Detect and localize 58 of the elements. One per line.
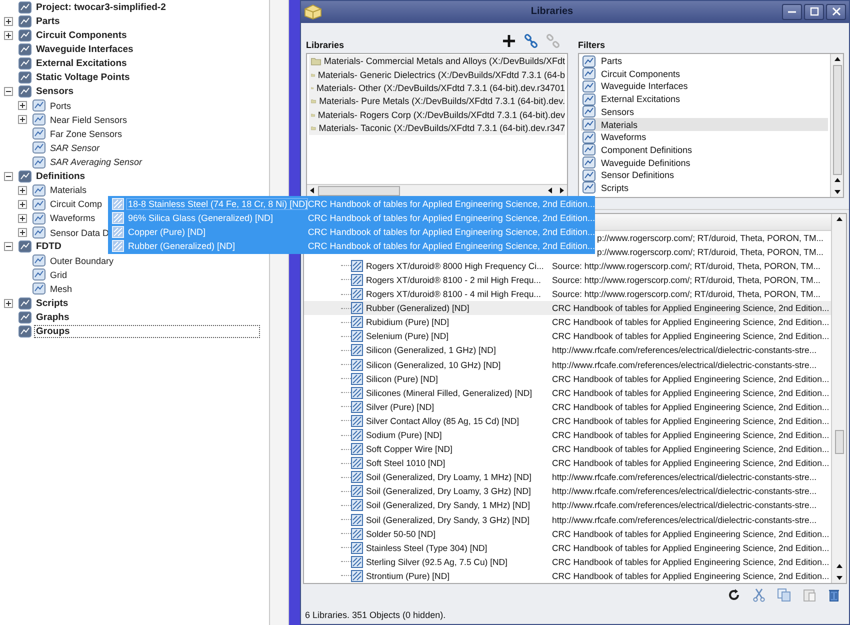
table-cell: CRC Handbook of tables for Applied Engineering Science, 2nd Edition... — [551, 528, 830, 539]
section-label: Filters — [578, 40, 606, 50]
table-cell-text: Rubber (Generalized) [ND] — [127, 241, 236, 252]
table-cell: Source: http://www.rogerscorp.com/; RT/duroid, Theta, PORON, TM... — [551, 274, 820, 285]
table-cell: CRC Handbook of tables for Applied Engineering Science, 2nd Edition... — [551, 402, 830, 412]
table-cell-text: Rubber (Generalized) [ND] — [366, 303, 470, 314]
table-cell-text: Sodium (Pure) [ND] — [366, 430, 443, 440]
table-cell-text: Silicon (Generalized, 1 GHz) [ND] — [366, 345, 497, 356]
table-cell: CRC Handbook of tables for Applied Engineering Science, 2nd Edition... — [551, 430, 830, 440]
status-text: 6 Libraries. 351 Objects (0 hidden). — [304, 609, 447, 622]
table-cell: CRC Handbook of tables for Applied Engineering Science, 2nd Edition... — [551, 570, 830, 581]
table-cell: Source: http://www.rogerscorp.com/; RT/duroid, Theta, PORON, TM... — [551, 289, 820, 300]
table-cell: CRC Handbook of tables for Applied Engineering Science, 2nd Edition... — [551, 374, 830, 384]
section-label: Libraries — [306, 40, 344, 50]
table-cell: http://www.rfcafe.com/references/electrical/dielectric-constants-stre... — [551, 472, 817, 482]
table-cell: CRC Handbook of tables for Applied Engineering Science, 2nd Edition... — [551, 458, 830, 468]
table-cell-text: CRC Handbook of tables for Applied Engineering Science, 2nd Edition... — [307, 199, 595, 210]
table-cell: http://www.rfcafe.com/references/electrical/dielectric-constants-stre... — [551, 500, 817, 510]
table-cell-text: Rogers XT/duroid® 8100 - 4 mil High Frequ... — [366, 289, 542, 300]
table-cell: CRC Handbook of tables for Applied Engineering Science, 2nd Edition... — [551, 444, 830, 454]
table-cell: CRC Handbook of tables for Applied Engineering Science, 2nd Edition... — [551, 331, 830, 342]
table-cell-text: Silver (Pure) [ND] — [366, 402, 436, 412]
table-cell-text: Silicon (Generalized, 10 GHz) [ND] — [366, 360, 502, 370]
table-cell-text: Rubidium (Pure) [ND] — [366, 317, 450, 328]
table-cell-text: Silver Contact Alloy (85 Ag, 15 Cd) [ND] — [366, 416, 520, 426]
table-cell: http://www.rfcafe.com/references/electrical/dielectric-constants-stre... — [551, 486, 817, 496]
table-cell-text: Soft Steel 1010 [ND] — [366, 458, 446, 468]
table-cell: CRC Handbook of tables for Applied Engineering Science, 2nd Edition... — [551, 556, 830, 567]
table-cell: CRC Handbook of tables for Applied Engineering Science, 2nd Edition... — [306, 213, 595, 224]
table-cell: CRC Handbook of tables for Applied Engineering Science, 2nd Edition... — [551, 317, 830, 328]
table-cell: CRC Handbook of tables for Applied Engineering Science, 2nd Edition... — [551, 303, 830, 314]
table-cell-text: Soil (Generalized, Dry Sandy, 1 MHz) [ND] — [366, 500, 531, 510]
table-cell-text: Rogers XT/duroid® 8000 High Frequency Ci... — [366, 260, 545, 271]
table-cell-text: Rogers XT/duroid® 8100 - 2 mil High Frequ... — [366, 274, 542, 285]
table-cell-text: Sterling Silver (92.5 Ag, 7.5 Cu) [ND] — [366, 556, 508, 567]
window-title: Libraries — [530, 6, 574, 18]
table-cell-text: Stainless Steel (Type 304) [ND] — [366, 542, 488, 553]
table-cell-text: Silicones (Mineral Filled, Generalized) [ND] — [366, 388, 534, 398]
table-cell: Source: http://www.rogerscorp.com/; RT/duroid, Theta, PORON, TM... — [551, 260, 820, 271]
table-cell: http://www.rfcafe.com/references/electrical/dielectric-constants-stre... — [551, 360, 817, 370]
table-cell: CRC Handbook of tables for Applied Engineering Science, 2nd Edition... — [551, 542, 830, 553]
table-cell-text: Silicon (Pure) [ND] — [366, 374, 439, 384]
table-cell-text: Soil (Generalized, Dry Loamy, 1 MHz) [ND] — [366, 472, 532, 482]
table-cell: CRC Handbook of tables for Applied Engineering Science, 2nd Edition... — [306, 241, 595, 252]
table-cell-text: 96% Silica Glass (Generalized) [ND] — [127, 213, 274, 224]
table-cell: CRC Handbook of tables for Applied Engineering Science, 2nd Edition... — [306, 227, 595, 238]
table-cell-text: Soil (Generalized, Dry Sandy, 3 GHz) [ND] — [366, 514, 531, 525]
table-cell: http://www.rfcafe.com/references/electrical/dielectric-constants-stre... — [551, 514, 817, 525]
table-cell: http://www.rfcafe.com/references/electrical/dielectric-constants-stre... — [551, 345, 817, 356]
table-cell-text: Solder 50-50 [ND] — [366, 528, 437, 539]
table-cell-text: Copper (Pure) [ND] — [127, 227, 207, 238]
table-cell: CRC Handbook of tables for Applied Engineering Science, 2nd Edition... — [551, 388, 830, 398]
table-cell: 18-8 Stainless Steel (74 Fe, 18 Cr, 8 Ni) [ND] — [127, 199, 307, 210]
table-cell-text: Selenium (Pure) [ND] — [366, 331, 450, 342]
table-cell-text: Soft Copper Wire [ND] — [366, 444, 454, 454]
table-cell-text: Soil (Generalized, Dry Loamy, 3 GHz) [ND] — [366, 486, 532, 496]
table-cell: CRC Handbook of tables for Applied Engineering Science, 2nd Edition... — [551, 416, 830, 426]
table-cell-text: Strontium (Pure) [ND] — [366, 570, 451, 581]
